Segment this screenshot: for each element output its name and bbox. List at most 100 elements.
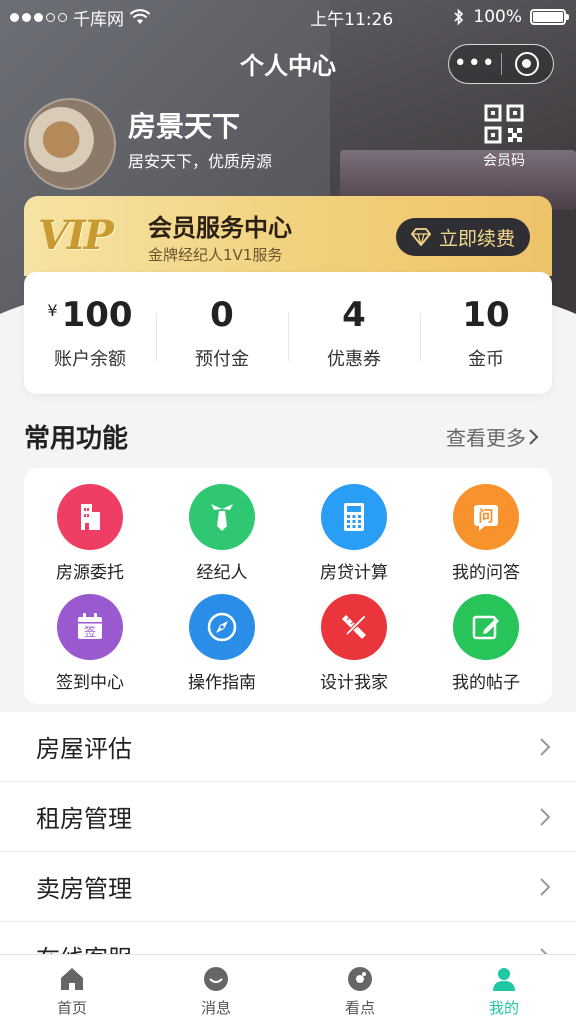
tab-label: 首页 xyxy=(56,999,87,1017)
account-stats: ¥100 账户余额 0 预付金 4 优惠券 10 金币 xyxy=(24,272,552,394)
function-property-entrust[interactable]: 房源委托 xyxy=(24,484,156,594)
tab-home[interactable]: 首页 xyxy=(0,955,144,1024)
vip-logo: VIP xyxy=(38,212,114,259)
carrier-name: 千库网 xyxy=(73,9,124,30)
stat-label: 预付金 xyxy=(195,349,249,370)
functions-grid: 房源委托 经纪人 房贷计算 问 我的问答 签 签到中心 操作指南 设计我家 我的… xyxy=(24,468,552,704)
tab-messages[interactable]: 消息 xyxy=(144,955,288,1024)
tab-label: 看点 xyxy=(344,999,375,1017)
design-tools-icon xyxy=(342,614,367,639)
chevron-right-icon xyxy=(529,428,539,445)
vip-subtitle: 金牌经纪人1V1服务 xyxy=(148,246,283,264)
function-icon-bg xyxy=(189,594,255,660)
stat-label: 账户余额 xyxy=(54,349,126,370)
function-label: 房源委托 xyxy=(56,563,124,583)
menu-item-sale-management[interactable]: 卖房管理 xyxy=(0,852,576,922)
function-label: 设计我家 xyxy=(320,673,388,693)
settings-menu: 房屋评估 租房管理 卖房管理 在线客服 xyxy=(0,712,576,992)
mini-program-capsule: ••• xyxy=(448,44,554,84)
function-icon-bg xyxy=(321,484,387,550)
stat-label: 金币 xyxy=(468,349,504,370)
stat-value: 4 xyxy=(342,295,366,335)
function-label: 房贷计算 xyxy=(320,563,388,583)
function-design-home[interactable]: 设计我家 xyxy=(288,594,420,704)
menu-item-label: 房屋评估 xyxy=(36,735,132,763)
home-icon xyxy=(61,968,83,990)
diamond-icon xyxy=(410,228,431,246)
chevron-right-icon xyxy=(540,877,551,896)
message-icon xyxy=(204,967,228,991)
signal-icon xyxy=(10,12,67,22)
currency-symbol: ¥ xyxy=(47,301,58,320)
stat-coupons[interactable]: 4 优惠券 xyxy=(288,295,420,371)
edit-icon xyxy=(472,615,499,640)
view-more-link[interactable]: 查看更多 xyxy=(446,422,540,451)
stat-label: 优惠券 xyxy=(327,349,381,370)
battery-icon xyxy=(530,9,569,25)
renew-button[interactable]: 立即续费 xyxy=(396,218,530,256)
function-guide[interactable]: 操作指南 xyxy=(156,594,288,704)
function-my-posts[interactable]: 我的帖子 xyxy=(420,594,552,704)
function-agent[interactable]: 经纪人 xyxy=(156,484,288,594)
discover-icon xyxy=(348,967,372,991)
tab-label: 消息 xyxy=(200,999,231,1017)
wifi-icon xyxy=(130,9,150,24)
bottom-tab-bar: 首页 消息 看点 我的 xyxy=(0,954,576,1024)
view-more-label: 查看更多 xyxy=(446,426,526,450)
function-icon-bg xyxy=(321,594,387,660)
status-bar: 千库网 上午11:26 100% xyxy=(0,0,576,34)
status-time: 上午11:26 xyxy=(310,9,394,30)
member-qr-button[interactable]: 会员码 xyxy=(476,104,532,170)
tab-discover[interactable]: 看点 xyxy=(288,955,432,1024)
user-name: 房景天下 xyxy=(128,110,241,143)
calculator-icon xyxy=(344,503,364,531)
user-icon xyxy=(493,968,515,991)
qr-code-icon xyxy=(484,104,524,144)
building-icon xyxy=(81,504,100,530)
avatar[interactable] xyxy=(24,98,116,190)
function-loan-calculator[interactable]: 房贷计算 xyxy=(288,484,420,594)
function-icon-bg xyxy=(57,484,123,550)
question-icon: 问 xyxy=(474,505,498,531)
function-label: 经纪人 xyxy=(196,563,248,583)
menu-item-rental-management[interactable]: 租房管理 xyxy=(0,782,576,852)
function-sign-in[interactable]: 签 签到中心 xyxy=(24,594,156,704)
stat-balance[interactable]: ¥100 账户余额 xyxy=(24,295,156,371)
sign-glyph: 签 xyxy=(84,624,96,639)
vip-banner[interactable]: VIP 会员服务中心 金牌经纪人1V1服务 立即续费 xyxy=(24,196,552,276)
function-my-qa[interactable]: 问 我的问答 xyxy=(420,484,552,594)
qr-label: 会员码 xyxy=(483,153,525,169)
battery-percent: 100% xyxy=(473,7,522,27)
stat-coins[interactable]: 10 金币 xyxy=(420,295,552,371)
function-label: 我的帖子 xyxy=(452,673,520,693)
function-icon-bg: 签 xyxy=(57,594,123,660)
stat-value: 10 xyxy=(462,295,510,335)
menu-item-house-evaluation[interactable]: 房屋评估 xyxy=(0,712,576,782)
calendar-sign-icon: 签 xyxy=(78,613,102,639)
tab-mine[interactable]: 我的 xyxy=(432,955,576,1024)
vip-title: 会员服务中心 xyxy=(148,214,292,242)
tie-icon xyxy=(211,504,233,531)
function-icon-bg: 问 xyxy=(453,484,519,550)
function-icon-bg xyxy=(453,594,519,660)
chevron-right-icon xyxy=(540,807,551,826)
function-label: 操作指南 xyxy=(188,673,256,693)
close-circle-icon xyxy=(515,52,540,76)
stat-value: 0 xyxy=(210,295,234,335)
close-button[interactable] xyxy=(501,52,553,76)
functions-title: 常用功能 xyxy=(24,424,129,454)
function-label: 签到中心 xyxy=(56,673,124,693)
more-menu-button[interactable]: ••• xyxy=(449,53,501,75)
tab-label: 我的 xyxy=(488,999,519,1017)
bluetooth-icon xyxy=(454,8,464,26)
stat-value: 100 xyxy=(61,295,133,335)
function-label: 我的问答 xyxy=(452,563,520,583)
compass-icon xyxy=(207,612,237,642)
function-icon-bg xyxy=(189,484,255,550)
menu-item-label: 卖房管理 xyxy=(36,875,132,903)
menu-item-label: 租房管理 xyxy=(36,805,132,833)
stat-prepaid[interactable]: 0 预付金 xyxy=(156,295,288,371)
chevron-right-icon xyxy=(540,737,551,756)
question-glyph: 问 xyxy=(478,507,493,525)
renew-label: 立即续费 xyxy=(438,227,515,250)
